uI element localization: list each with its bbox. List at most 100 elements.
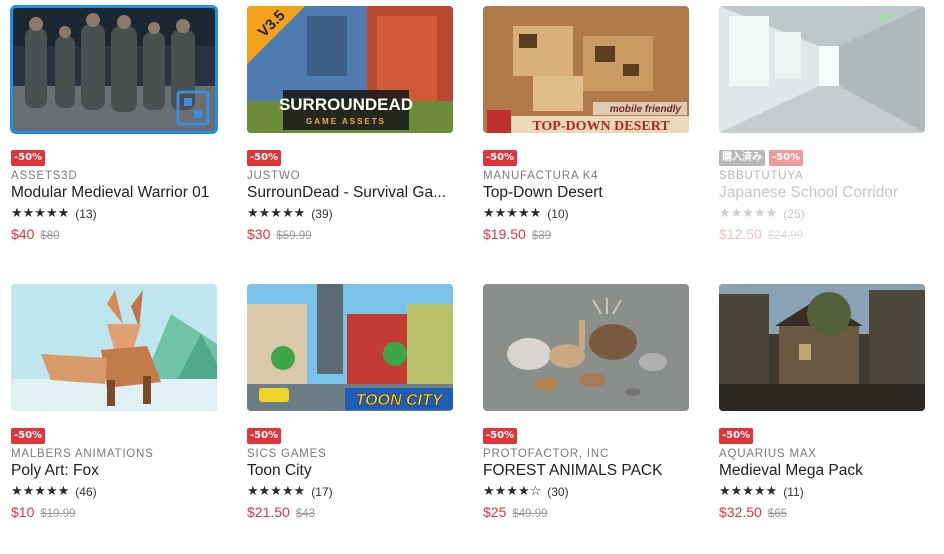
badge-row: 購入済み -50% xyxy=(719,150,925,166)
review-count: (30) xyxy=(547,484,569,499)
price-row: $30 $59.99 xyxy=(247,226,453,242)
original-price: $59.99 xyxy=(276,230,312,242)
review-count: (39) xyxy=(311,206,333,221)
medieval-village-image[interactable] xyxy=(719,284,925,411)
rating: ★★★★★ (25) xyxy=(719,206,925,221)
discount-badge: -50% xyxy=(769,150,804,166)
mobile-friendly-label: mobile friendly xyxy=(610,104,682,115)
product-title[interactable]: Medieval Mega Pack xyxy=(719,462,925,480)
star-rating-icon: ★★★★★ xyxy=(719,484,778,499)
discount-badge: -50% xyxy=(247,150,282,166)
star-rating-icon: ★★★★★ xyxy=(11,484,70,499)
toon-city-logo-text: TOON CITY xyxy=(356,392,444,409)
owned-badge: 購入済み xyxy=(719,150,765,166)
review-count: (13) xyxy=(75,206,97,221)
star-rating-icon: ★★★★★ xyxy=(11,206,70,221)
discount-badge: -50% xyxy=(483,428,518,444)
sale-price: $19.50 xyxy=(483,226,526,242)
product-card[interactable]: TOON CITY -50% SICS GAMES Toon City ★★★★… xyxy=(247,284,453,554)
product-card[interactable]: -50% MALBERS ANIMATIONS Poly Art: Fox ★★… xyxy=(11,284,217,554)
star-rating-icon: ★★★★★ xyxy=(483,206,542,221)
original-price: $43 xyxy=(295,508,316,520)
badge-row: -50% xyxy=(719,428,925,444)
desert-town-image[interactable]: mobile friendly TOP-DOWN DESERT xyxy=(483,6,689,133)
sale-price: $32.50 xyxy=(719,504,762,520)
forest-animals-image[interactable] xyxy=(483,284,689,411)
rating: ★★★★★ (46) xyxy=(11,484,217,499)
school-corridor-image[interactable] xyxy=(719,6,925,133)
surroundead-image[interactable]: V3.5 SURROUNDEAD GAME ASSETS xyxy=(247,6,453,133)
discount-badge: -50% xyxy=(11,150,46,166)
product-card[interactable]: mobile friendly TOP-DOWN DESERT -50% MAN… xyxy=(483,6,689,276)
review-count: (17) xyxy=(311,484,333,499)
original-price: $19.99 xyxy=(40,508,76,520)
price-row: $40 $80 xyxy=(11,226,217,242)
discount-badge: -50% xyxy=(483,150,518,166)
discount-badge: -50% xyxy=(11,428,46,444)
product-card[interactable]: 購入済み -50% SBBUTUTUYA Japanese School Cor… xyxy=(719,6,925,276)
publisher-name[interactable]: PROTOFACTOR, INC xyxy=(483,448,689,460)
price-row: $12.50 $24.99 xyxy=(719,226,925,242)
sale-price: $30 xyxy=(247,226,271,242)
rating: ★★★★★ (11) xyxy=(719,484,925,499)
review-count: (46) xyxy=(75,484,97,499)
product-title[interactable]: Toon City xyxy=(247,462,453,480)
price-row: $19.50 $39 xyxy=(483,226,689,242)
original-price: $24.99 xyxy=(767,230,804,242)
rating: ★★★★★ (17) xyxy=(247,484,453,499)
original-price: $80 xyxy=(40,230,60,242)
publisher-name[interactable]: SICS GAMES xyxy=(247,448,453,460)
price-row: $32.50 $65 xyxy=(719,504,925,520)
badge-row: -50% xyxy=(483,428,689,444)
surroundead-logo-sub: GAME ASSETS xyxy=(306,117,386,126)
badge-row: -50% xyxy=(11,150,217,166)
product-card[interactable]: -50% ASSETS3D Modular Medieval Warrior 0… xyxy=(10,5,218,276)
rating: ★★★★★ (10) xyxy=(483,206,689,221)
poly-fox-image[interactable] xyxy=(11,284,217,411)
price-row: $10 $19.99 xyxy=(11,504,217,520)
product-card[interactable]: -50% AQUARIUS MAX Medieval Mega Pack ★★★… xyxy=(719,284,925,554)
price-row: $25 $49.99 xyxy=(483,504,689,520)
discount-badge: -50% xyxy=(719,428,754,444)
sale-price: $12.50 xyxy=(719,226,762,242)
product-title[interactable]: Top-Down Desert xyxy=(483,184,689,202)
sale-price: $10 xyxy=(11,504,35,520)
review-count: (25) xyxy=(783,206,805,221)
badge-row: -50% xyxy=(483,150,689,166)
publisher-name[interactable]: MALBERS ANIMATIONS xyxy=(11,448,217,460)
badge-row: -50% xyxy=(247,428,453,444)
product-title[interactable]: FOREST ANIMALS PACK xyxy=(483,462,689,480)
surroundead-logo-text: SURROUNDEAD xyxy=(279,95,413,114)
publisher-name[interactable]: ASSETS3D xyxy=(11,170,217,182)
original-price: $49.99 xyxy=(512,508,548,520)
sale-price: $25 xyxy=(483,504,507,520)
publisher-name[interactable]: AQUARIUS MAX xyxy=(719,448,925,460)
badge-row: -50% xyxy=(11,428,217,444)
original-price: $39 xyxy=(531,230,552,242)
price-row: $21.50 $43 xyxy=(247,504,453,520)
rating: ★★★★★ (13) xyxy=(11,206,217,221)
product-card[interactable]: V3.5 SURROUNDEAD GAME ASSETS -50% JUSTWO… xyxy=(247,6,453,276)
publisher-name[interactable]: JUSTWO xyxy=(247,170,453,182)
product-title[interactable]: Poly Art: Fox xyxy=(11,462,217,480)
publisher-name[interactable]: SBBUTUTUYA xyxy=(719,170,925,182)
product-card[interactable]: -50% PROTOFACTOR, INC FOREST ANIMALS PAC… xyxy=(483,284,689,554)
sale-price: $21.50 xyxy=(247,504,290,520)
star-rating-icon: ★★★★☆ xyxy=(483,484,542,499)
discount-badge: -50% xyxy=(247,428,282,444)
product-title[interactable]: Modular Medieval Warrior 01 xyxy=(11,184,217,202)
product-title[interactable]: Japanese School Corridor xyxy=(719,184,925,202)
review-count: (11) xyxy=(783,484,804,499)
medieval-warriors-image[interactable] xyxy=(10,5,218,134)
badge-row: -50% xyxy=(247,150,453,166)
rating: ★★★★☆ (30) xyxy=(483,484,689,499)
publisher-name[interactable]: MANUFACTURA K4 xyxy=(483,170,689,182)
sale-price: $40 xyxy=(11,226,35,242)
toon-city-image[interactable]: TOON CITY xyxy=(247,284,453,411)
review-count: (10) xyxy=(547,206,569,221)
star-rating-icon: ★★★★★ xyxy=(247,206,306,221)
product-grid: -50% ASSETS3D Modular Medieval Warrior 0… xyxy=(10,5,925,554)
rating: ★★★★★ (39) xyxy=(247,206,453,221)
star-rating-icon: ★★★★★ xyxy=(247,484,306,499)
product-title[interactable]: SurrounDead - Survival Ga... xyxy=(247,184,453,202)
